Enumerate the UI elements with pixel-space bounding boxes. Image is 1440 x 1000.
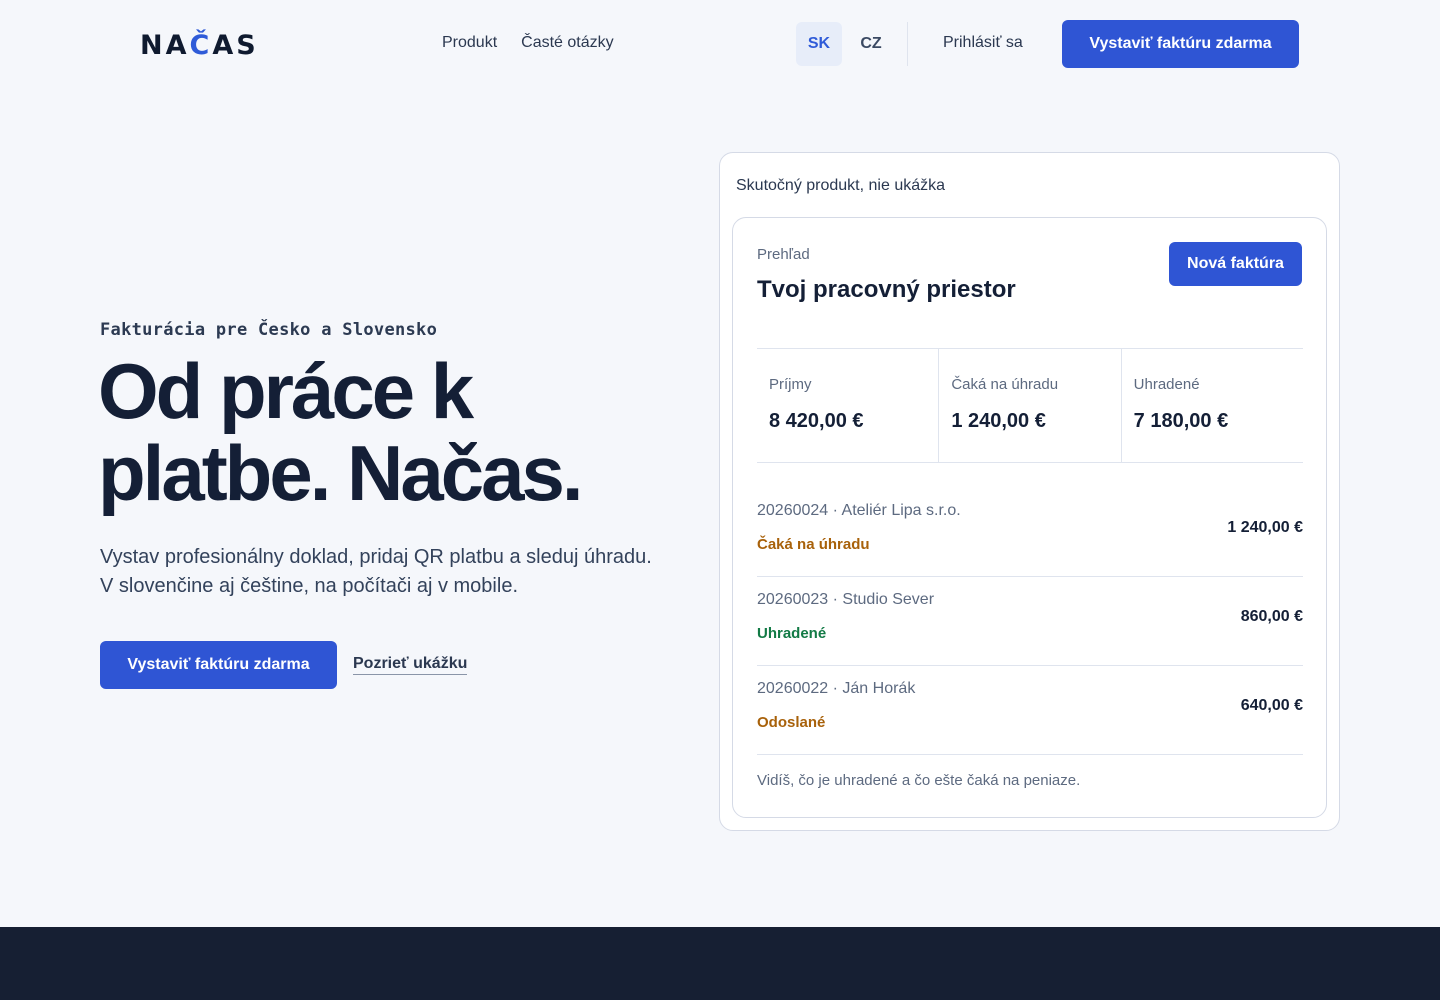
invoice-amount: 860,00 € bbox=[1240, 608, 1303, 625]
stat-label: Uhradené bbox=[1133, 376, 1200, 393]
invoice-row[interactable]: 20260022 · Ján Horák Odoslané 640,00 € bbox=[757, 666, 1303, 755]
invoice-meta: 20260023 · Studio Sever bbox=[757, 591, 935, 608]
hero-subtitle-line-2: V slovenčine aj češtine, na počítači aj … bbox=[100, 575, 518, 597]
stat-label: Čaká na úhradu bbox=[951, 376, 1059, 393]
header-divider bbox=[907, 22, 908, 66]
hero-title-line-1: Od práce k bbox=[98, 347, 474, 435]
main-nav: Produkt Časté otázky bbox=[442, 34, 614, 52]
invoice-status: Odoslané bbox=[757, 714, 826, 731]
dashboard-title: Tvoj pracovný priestor bbox=[757, 276, 1016, 303]
header-cta-button[interactable]: Vystaviť faktúru zdarma bbox=[1062, 20, 1299, 68]
hero-eyebrow: Fakturácia pre Česko a Slovensko bbox=[100, 320, 438, 340]
product-preview-panel: Skutočný produkt, nie ukážka Prehľad Tvo… bbox=[719, 152, 1340, 831]
nav-item-product[interactable]: Produkt bbox=[442, 34, 497, 52]
invoice-amount: 640,00 € bbox=[1240, 697, 1303, 714]
invoice-row[interactable]: 20260023 · Studio Sever Uhradené 860,00 … bbox=[757, 577, 1303, 666]
invoice-status: Čaká na úhradu bbox=[757, 536, 870, 553]
nav-item-faq[interactable]: Časté otázky bbox=[521, 34, 613, 52]
dashboard-footnote: Vidíš, čo je uhradené a čo ešte čaká na … bbox=[757, 772, 1081, 789]
stat-value: 8 420,00 € bbox=[769, 410, 864, 432]
footer-band bbox=[0, 927, 1440, 1000]
logo[interactable]: NA Č AS bbox=[140, 28, 259, 62]
hero-cta-button[interactable]: Vystaviť faktúru zdarma bbox=[100, 641, 337, 689]
stat-paid: Uhradené 7 180,00 € bbox=[1120, 349, 1303, 462]
language-switcher: SK CZ bbox=[796, 22, 894, 66]
dashboard-card: Prehľad Tvoj pracovný priestor Nová fakt… bbox=[732, 217, 1327, 818]
site-header: NA Č AS Produkt Časté otázky SK CZ Prihlás… bbox=[0, 0, 1440, 88]
dashboard-kicker: Prehľad bbox=[757, 246, 810, 263]
language-cz-button[interactable]: CZ bbox=[848, 22, 894, 66]
hero-title: Od práce k platbe. Načas. bbox=[98, 350, 698, 514]
stats-row: Príjmy 8 420,00 € Čaká na úhradu 1 240,0… bbox=[757, 348, 1303, 463]
invoice-meta: 20260024 · Ateliér Lipa s.r.o. bbox=[757, 502, 961, 519]
stat-pending: Čaká na úhradu 1 240,00 € bbox=[938, 349, 1120, 462]
logo-text-start: NA bbox=[140, 29, 190, 61]
invoice-status: Uhradené bbox=[757, 625, 827, 642]
stat-value: 1 240,00 € bbox=[951, 410, 1046, 432]
stat-value: 7 180,00 € bbox=[1133, 410, 1229, 432]
stat-label: Príjmy bbox=[769, 376, 812, 393]
invoice-amount: 1 240,00 € bbox=[1227, 519, 1303, 536]
invoice-meta: 20260022 · Ján Horák bbox=[757, 680, 916, 697]
hero-title-line-2: platbe. Načas. bbox=[98, 429, 584, 517]
stat-income: Príjmy 8 420,00 € bbox=[757, 349, 938, 462]
logo-text-end: AS bbox=[212, 29, 259, 61]
hero-subtitle-line-1: Vystav profesionálny doklad, pridaj QR p… bbox=[100, 546, 652, 568]
hero-subtitle: Vystav profesionálny doklad, pridaj QR p… bbox=[100, 543, 700, 601]
demo-link[interactable]: Pozrieť ukážku bbox=[353, 655, 468, 675]
new-invoice-button[interactable]: Nová faktúra bbox=[1169, 242, 1302, 286]
invoice-row[interactable]: 20260024 · Ateliér Lipa s.r.o. Čaká na ú… bbox=[757, 488, 1303, 577]
language-sk-button[interactable]: SK bbox=[796, 22, 842, 66]
panel-caption: Skutočný produkt, nie ukážka bbox=[736, 177, 946, 194]
logo-text-accent: Č bbox=[189, 29, 213, 61]
login-link[interactable]: Prihlásiť sa bbox=[943, 34, 1023, 52]
